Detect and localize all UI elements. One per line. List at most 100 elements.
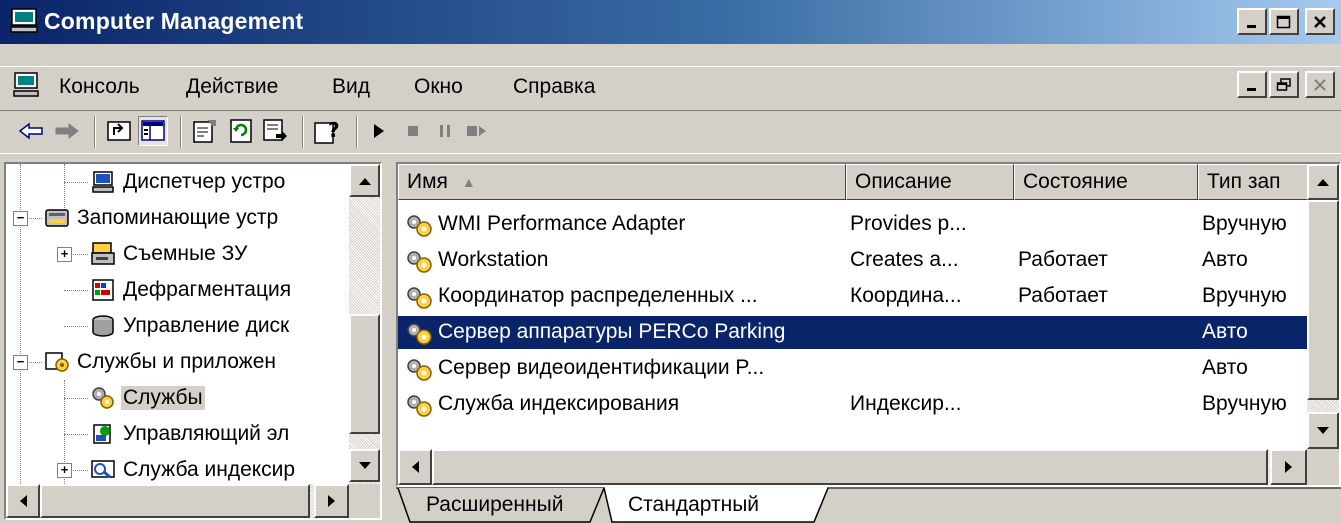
menu-action[interactable]: Действие <box>186 75 278 99</box>
service-name-cell: WMI Performance Adapter <box>438 212 686 235</box>
column-header-startup-type[interactable]: Тип зап <box>1198 164 1310 200</box>
storage-icon <box>45 209 69 227</box>
properties-icon <box>193 120 216 143</box>
tree-item[interactable]: Управление диск <box>90 310 291 342</box>
svg-text:?: ? <box>328 118 340 142</box>
tree-connector <box>64 290 88 291</box>
service-row[interactable]: Сервер аппаратуры PERCo Parking Авто <box>398 316 1307 349</box>
arrow-up-icon <box>358 177 371 185</box>
console-icon[interactable] <box>12 71 42 99</box>
menu-console[interactable]: Консоль <box>59 75 140 99</box>
tree-scroll-right-button[interactable] <box>314 484 349 518</box>
show-hide-tree-button[interactable] <box>138 116 168 146</box>
tree-item-label: Управление диск <box>123 314 290 337</box>
column-header-status[interactable]: Состояние <box>1014 164 1198 200</box>
window-title: Computer Management <box>44 8 304 34</box>
maximize-button[interactable] <box>1269 8 1299 35</box>
start-service-button[interactable] <box>364 116 394 146</box>
tree-scroll-thumb[interactable] <box>349 314 380 434</box>
tree-scroll-up-button[interactable] <box>349 164 380 197</box>
list-scroll-left-button[interactable] <box>398 449 432 485</box>
properties-button[interactable] <box>190 116 220 146</box>
collapse-icon[interactable]: − <box>13 355 28 370</box>
help-button[interactable]: ? <box>312 116 342 146</box>
pause-service-button[interactable] <box>430 116 460 146</box>
services-icon <box>92 387 114 409</box>
help-icon: ? <box>314 118 340 144</box>
expand-icon[interactable]: + <box>57 247 72 262</box>
computer-icon <box>10 8 38 33</box>
minimize-button[interactable] <box>1237 8 1267 35</box>
export-list-button[interactable] <box>260 116 290 146</box>
column-startup-label: Тип зап <box>1207 170 1281 193</box>
tree-hscroll-thumb[interactable] <box>40 484 310 518</box>
wmi-control-icon <box>93 424 111 444</box>
list-scroll-right-button[interactable] <box>1270 449 1307 485</box>
tree-item[interactable]: Службы <box>90 382 205 414</box>
service-row[interactable]: WMI Performance Adapter Provides p... Вруч… <box>398 208 1307 241</box>
up-level-button[interactable] <box>104 116 134 146</box>
column-header-name[interactable]: Имя ▲ <box>398 164 846 200</box>
service-gear-icon <box>407 323 432 345</box>
stop-service-button[interactable] <box>398 116 428 146</box>
minimize-icon <box>1247 24 1256 28</box>
service-startup-cell: Авто <box>1202 248 1248 271</box>
service-row[interactable]: Workstation Creates a... Работает Авто <box>398 244 1307 277</box>
show-hide-tree-icon <box>141 120 165 141</box>
menu-window[interactable]: Окно <box>414 75 463 99</box>
menu-view[interactable]: Вид <box>332 75 370 99</box>
service-row[interactable]: Сервер видеоидентификации P... Авто <box>398 352 1307 385</box>
title-bar[interactable]: Computer Management <box>0 0 1341 44</box>
service-description-cell: Координа... <box>850 284 962 307</box>
menu-help[interactable]: Справка <box>513 75 595 99</box>
service-description-cell: Индексир... <box>850 392 962 415</box>
expand-icon[interactable]: + <box>57 463 72 478</box>
tree-item-label: Службы и приложен <box>77 350 276 373</box>
services-list-pane[interactable]: Имя ▲ Описание Состояние Тип зап WMI Per… <box>396 162 1341 487</box>
tree-item[interactable]: Управляющий эл <box>90 418 291 450</box>
forward-button[interactable] <box>52 116 82 146</box>
tree-item[interactable]: Служба индексир <box>90 454 297 486</box>
column-header-description[interactable]: Описание <box>846 164 1014 200</box>
tree-item[interactable]: Съемные ЗУ <box>90 238 249 270</box>
console-tree-pane[interactable]: Диспетчер устро Запоминающие устр − Съемные… <box>4 162 382 520</box>
close-button[interactable] <box>1305 8 1335 35</box>
tree-item[interactable]: Запоминающие устр <box>44 202 280 234</box>
restart-service-button[interactable] <box>462 116 492 146</box>
maximize-icon <box>1276 15 1291 28</box>
tab-extended[interactable]: Расширенный <box>426 493 563 517</box>
services-applications-icon <box>45 352 69 372</box>
tree-item-label: Диспетчер устро <box>123 170 286 193</box>
service-row[interactable]: Служба индексирования Индексир... Вручную <box>398 388 1307 421</box>
tree-item[interactable]: Диспетчер устро <box>90 166 287 198</box>
list-scroll-down-button[interactable] <box>1307 412 1339 449</box>
mdi-restore-icon <box>1276 77 1291 91</box>
tab-standard[interactable]: Стандартный <box>628 493 759 517</box>
up-level-icon <box>107 121 131 141</box>
list-scroll-thumb[interactable] <box>1307 200 1339 400</box>
device-manager-icon <box>92 171 114 193</box>
defragmenter-icon <box>92 279 114 301</box>
refresh-button[interactable] <box>226 116 256 146</box>
collapse-icon[interactable]: − <box>13 211 28 226</box>
mdi-minimize-button[interactable] <box>1237 71 1267 98</box>
refresh-icon <box>230 119 252 143</box>
tree-scroll-left-button[interactable] <box>6 484 40 518</box>
mdi-close-button[interactable] <box>1305 71 1335 98</box>
service-startup-cell: Вручную <box>1202 392 1287 415</box>
list-hscroll-thumb[interactable] <box>432 449 1268 485</box>
mdi-restore-button[interactable] <box>1269 71 1299 98</box>
arrow-right-icon <box>1284 461 1292 473</box>
close-icon <box>1314 15 1326 28</box>
tree-connector <box>64 326 88 327</box>
list-scroll-up-button[interactable] <box>1307 164 1339 200</box>
service-description-cell: Creates a... <box>850 248 959 271</box>
service-row[interactable]: Координатор распределенных ... Координа..… <box>398 280 1307 313</box>
service-description-cell: Provides p... <box>850 212 967 235</box>
tree-scroll-down-button[interactable] <box>349 449 380 482</box>
tree-item[interactable]: Дефрагментация <box>90 274 293 306</box>
back-button[interactable] <box>16 116 46 146</box>
tree-item[interactable]: Службы и приложен <box>44 346 278 378</box>
export-list-icon <box>263 119 287 141</box>
column-description-label: Описание <box>855 170 952 193</box>
